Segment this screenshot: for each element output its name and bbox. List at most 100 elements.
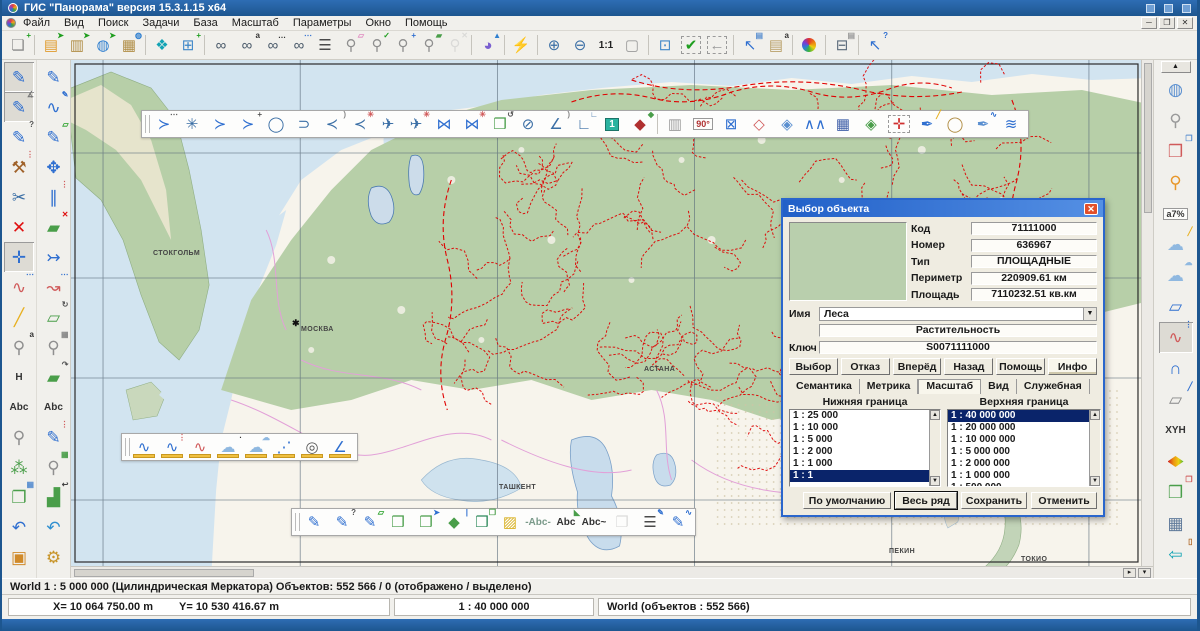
split-object-button[interactable]: ≺)	[318, 112, 346, 136]
tab-масштаб[interactable]: Масштаб	[918, 379, 981, 394]
link-objects-button[interactable]: ◆◆	[626, 112, 654, 136]
create-unknown-button[interactable]: ✎?	[328, 510, 356, 534]
measure-object-distance-button[interactable]: ☁·	[214, 435, 242, 459]
calculator-button[interactable]: ▦	[1159, 508, 1193, 539]
cut-object-button[interactable]: ✂	[4, 182, 34, 212]
reverse-line-button[interactable]: ⊃	[290, 112, 318, 136]
object-list-button[interactable]: ☰	[312, 33, 338, 57]
angle-arc-button[interactable]: ∠)	[542, 112, 570, 136]
create-spline-button[interactable]: ✎∿	[664, 510, 692, 534]
scale-option-1 : 1 000 000[interactable]: 1 : 1 000 000	[948, 470, 1100, 482]
scroll-down-icon[interactable]: ▼	[1090, 476, 1100, 486]
circle-by-radius-button[interactable]: ⊘	[514, 112, 542, 136]
zoom-in-button[interactable]: ⊕	[541, 33, 567, 57]
lower-list-scrollbar[interactable]: ▲ ▼	[929, 410, 940, 486]
measure-distance-button[interactable]: ∿	[130, 435, 158, 459]
merge-objects-button[interactable]: ❒❒	[468, 510, 496, 534]
smooth-line-button[interactable]: ∿⋯	[4, 272, 34, 302]
edit-topology-button[interactable]: ≻⋯	[150, 112, 178, 136]
print-button[interactable]: ⊟▤	[829, 33, 855, 57]
edit-nodes-button[interactable]: ✛	[4, 242, 34, 272]
open-geoportal-button[interactable]: ◍➤	[90, 33, 116, 57]
map-horizontal-scrollbar[interactable]: ▸ ▾	[71, 566, 1153, 578]
join-auto-button[interactable]: ⋈✳	[458, 112, 486, 136]
scale-option-1 : 40 000 000[interactable]: 1 : 40 000 000	[948, 410, 1100, 422]
merge-nodes-button[interactable]: ✳	[178, 112, 206, 136]
direction-button[interactable]: ≻	[206, 112, 234, 136]
scale-option-1 : 20 000 000[interactable]: 1 : 20 000 000	[948, 422, 1100, 434]
edit-points-button[interactable]: ✎⋮	[39, 422, 69, 452]
map-scroll-right-button[interactable]: ▸	[1123, 568, 1136, 578]
previous-view-button[interactable]: ←	[704, 33, 730, 57]
edit-help-button[interactable]: ✎?	[4, 122, 34, 152]
edit-measure-button[interactable]: ✎∡	[4, 92, 34, 122]
settings-button[interactable]: ⚙	[39, 542, 69, 572]
open-project-button[interactable]: ▦◍	[116, 33, 142, 57]
ruler-button[interactable]: ╱	[4, 302, 34, 332]
select-by-condition-button[interactable]: ⚲✓	[364, 33, 390, 57]
add-node-button[interactable]: ≻+	[234, 112, 262, 136]
palette-button[interactable]	[796, 33, 822, 57]
bottom-button-отменить[interactable]: Отменить	[1031, 492, 1097, 509]
draw-polygon-button[interactable]: ✎▱	[39, 122, 69, 152]
zoom-frame-button[interactable]: ▢	[619, 33, 645, 57]
panel-scroll-up-button[interactable]: ▲	[1161, 61, 1191, 73]
profile-button[interactable]: ∩	[1159, 353, 1193, 384]
menu-item-база[interactable]: База	[186, 17, 224, 29]
ellipse-object-button[interactable]: ◯	[941, 112, 969, 136]
scale-option-1 : 1[interactable]: 1 : 1	[790, 470, 940, 482]
tab-служебная[interactable]: Служебная	[1017, 379, 1090, 394]
menu-item-параметры[interactable]: Параметры	[286, 17, 359, 29]
tab-семантика[interactable]: Семантика	[789, 379, 860, 394]
lower-bound-list[interactable]: 1 : 25 0001 : 10 0001 : 5 0001 : 2 0001 …	[789, 409, 941, 487]
rect-one-button[interactable]: 1	[598, 112, 626, 136]
vertical-scroll-thumb[interactable]	[1144, 63, 1152, 213]
measure-radius-button[interactable]: ◎	[298, 435, 326, 459]
map-scale-dropdown-button[interactable]: ▾	[1138, 568, 1151, 578]
create-by-log-button[interactable]: ☰✎	[636, 510, 664, 534]
find-selection-button[interactable]: ∞⋯	[286, 33, 312, 57]
find-next-button[interactable]: ∞…	[260, 33, 286, 57]
height-tool-button[interactable]: H	[4, 362, 34, 392]
highlight-flash-button[interactable]: ⚲	[1159, 167, 1193, 198]
bottom-button-сохранить[interactable]: Сохранить	[961, 492, 1027, 509]
rotate-90-button[interactable]: 90°	[689, 112, 717, 136]
measure-polyline-button[interactable]: ⋰	[270, 435, 298, 459]
scroll-up-icon[interactable]: ▲	[1090, 410, 1100, 420]
highlight-type-button[interactable]: ⚲▦	[39, 332, 69, 362]
text-tool-button[interactable]: Abc	[4, 392, 34, 422]
move-object-button[interactable]: ✥	[39, 152, 69, 182]
menu-item-задачи[interactable]: Задачи	[135, 17, 186, 29]
highlight-square-button[interactable]: ⚲▦	[39, 452, 69, 482]
polyline-metrics-button[interactable]: ∿⋮	[1159, 322, 1193, 353]
name-combo[interactable]: Леса ▼	[819, 307, 1097, 321]
action-button-вперёд[interactable]: Вперёд	[893, 358, 942, 375]
find-object-button[interactable]: ∞	[208, 33, 234, 57]
highlight-name-button[interactable]: ⚲a	[4, 332, 34, 362]
data-structure-button[interactable]: ⊞+	[175, 33, 201, 57]
smooth-object-button[interactable]: ✈	[374, 112, 402, 136]
create-map-button[interactable]: ❏+	[5, 33, 31, 57]
select-cancel-button[interactable]: ⚲✕	[442, 33, 468, 57]
split-objects-button[interactable]: ◆|	[440, 510, 468, 534]
titlebar-close-button[interactable]	[1182, 4, 1191, 13]
menu-item-помощь[interactable]: Помощь	[398, 17, 455, 29]
context-help-button[interactable]: ↖?	[862, 33, 888, 57]
redo-button[interactable]: ↶	[39, 512, 69, 542]
mirror-object-button[interactable]: ▰↷	[39, 362, 69, 392]
exit-task-button[interactable]: ⇦▯	[1159, 539, 1193, 570]
find-by-name-button[interactable]: ∞a	[234, 33, 260, 57]
select-add-button[interactable]: ⚲+	[390, 33, 416, 57]
combo-arrow-icon[interactable]: ▼	[1083, 308, 1096, 320]
text-template-button[interactable]: Abc	[39, 392, 69, 422]
measure-polygons-area-button[interactable]: ☁☁	[1159, 260, 1193, 291]
scale-option-1 : 10 000 000[interactable]: 1 : 10 000 000	[948, 434, 1100, 446]
action-button-помощь[interactable]: Помощь	[996, 358, 1045, 375]
action-button-назад[interactable]: Назад	[944, 358, 993, 375]
action-button-инфо[interactable]: Инфо	[1048, 358, 1097, 375]
scale-option-1 : 2 000[interactable]: 1 : 2 000	[790, 446, 940, 458]
align-parallel-button[interactable]: ∥⋮	[39, 182, 69, 212]
xyh-button[interactable]: XYH	[1159, 415, 1193, 446]
copy-attributes-button[interactable]: ❐	[608, 510, 636, 534]
view-3d-button[interactable]: ◕▲	[475, 33, 501, 57]
